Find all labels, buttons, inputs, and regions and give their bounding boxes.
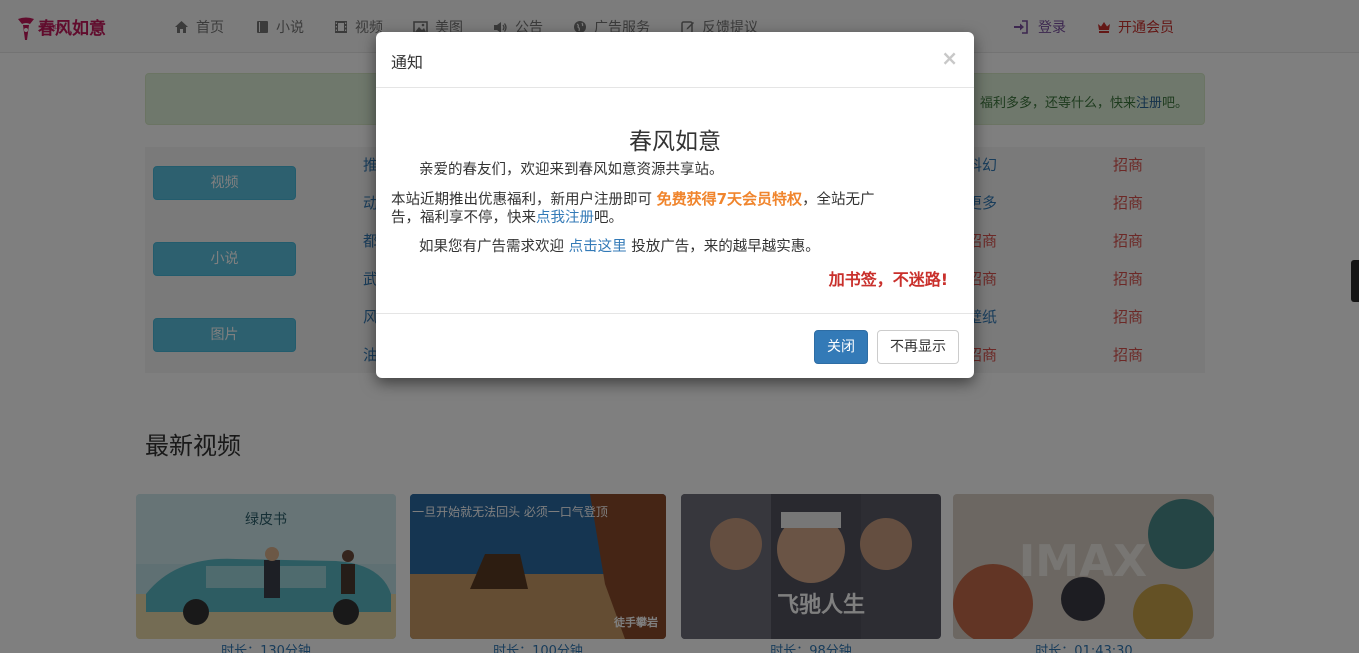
- modal-promo-text: 本站近期推出优惠福利，新用户注册即可 免费获得7天会员特权，全站无广: [391, 190, 875, 210]
- modal-welcome-text: 亲爱的春友们，欢迎来到春风如意资源共享站。: [419, 162, 724, 178]
- modal-ad-text: 如果您有广告需求欢迎 点击这里 投放广告，来的越早越实惠。: [419, 238, 820, 257]
- promo-text-b: ，全站无广: [802, 192, 875, 208]
- promo-text-a: 本站近期推出优惠福利，新用户注册即可: [391, 192, 657, 208]
- modal-heading: 春风如意: [629, 129, 721, 155]
- notice-modal: 通知 × 春风如意 亲爱的春友们，欢迎来到春风如意资源共享站。 本站近期推出优惠…: [376, 32, 974, 378]
- modal-header: 通知 ×: [376, 32, 974, 88]
- modal-promo-text-2: 告，福利享不停，快来点我注册吧。: [391, 209, 623, 228]
- dont-show-again-button[interactable]: 不再显示: [877, 330, 959, 364]
- bookmark-slogan: 加书签，不迷路!: [828, 270, 948, 289]
- ad-text-b: 投放广告，来的越早越实惠。: [626, 239, 820, 255]
- promo-highlight: 免费获得7天会员特权: [656, 190, 803, 208]
- promo-text-d: 吧。: [594, 210, 623, 226]
- modal-title: 通知: [391, 53, 424, 72]
- register-link[interactable]: 点我注册: [536, 210, 594, 226]
- promo-text-c: 告，福利享不停，快来: [391, 210, 536, 226]
- ad-text-a: 如果您有广告需求欢迎: [419, 239, 569, 255]
- ad-click-here-link[interactable]: 点击这里: [569, 239, 627, 255]
- close-button[interactable]: 关闭: [814, 330, 868, 364]
- close-icon[interactable]: ×: [941, 46, 958, 70]
- modal-body: 春风如意 亲爱的春友们，欢迎来到春风如意资源共享站。 本站近期推出优惠福利，新用…: [376, 89, 974, 313]
- modal-footer: 关闭 不再显示: [376, 313, 974, 378]
